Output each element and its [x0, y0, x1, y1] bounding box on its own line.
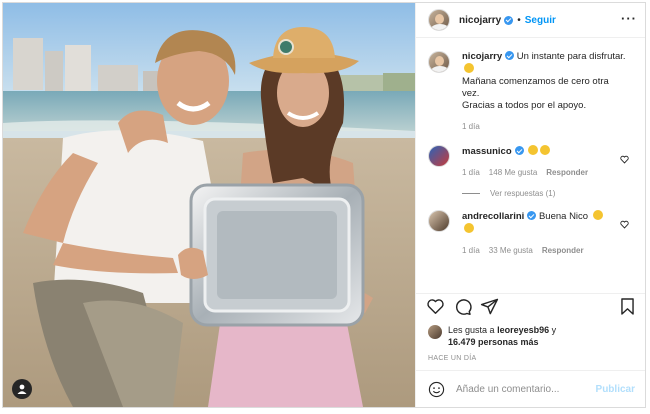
post-side-panel: nicojarry • Seguir ··· nicojarry Un inst… — [415, 3, 645, 407]
view-replies-label: Ver respuestas (1) — [490, 189, 556, 198]
comment-likes-count[interactable]: 148 Me gusta — [489, 167, 537, 179]
emoji-smiley-icon[interactable] — [428, 381, 445, 398]
verified-badge-icon — [527, 211, 537, 220]
separator-dot: • — [517, 14, 521, 26]
comment-username[interactable]: andrecollarini — [462, 211, 524, 222]
caption-username[interactable]: nicojarry — [462, 51, 502, 62]
post-header: nicojarry • Seguir ··· — [416, 3, 645, 38]
caption-text-line: Gracias a todos por el apoyo. — [462, 100, 587, 111]
liker-username[interactable]: leoreyesb96 — [497, 325, 549, 335]
likes-prefix: Les gusta a — [448, 325, 495, 335]
caption-timestamp[interactable]: 1 día — [462, 121, 480, 133]
instagram-post: nicojarry • Seguir ··· nicojarry Un inst… — [2, 2, 646, 408]
comment-input[interactable]: Añade un comentario... — [456, 384, 596, 395]
avatar[interactable] — [428, 210, 450, 232]
likes-others-count[interactable]: 16.479 personas más — [448, 337, 539, 347]
add-comment-bar: Añade un comentario... Publicar — [416, 370, 645, 407]
reply-button[interactable]: Responder — [542, 245, 584, 257]
post-photo[interactable] — [3, 3, 415, 407]
like-comment-heart-icon[interactable] — [620, 155, 629, 164]
photo-illustration — [3, 3, 415, 407]
post-actions-bar — [416, 293, 645, 319]
publish-button[interactable]: Publicar — [596, 384, 635, 395]
user-icon — [17, 384, 27, 394]
post-time-ago[interactable]: HACE UN DÍA — [428, 355, 476, 362]
like-comment-heart-icon[interactable] — [620, 220, 629, 229]
view-replies-link[interactable]: Ver respuestas (1) — [462, 189, 645, 198]
tagged-users-button[interactable] — [12, 379, 32, 399]
comment-item: andrecollarini Buena Nico 1 día 33 Me gu… — [416, 198, 645, 257]
share-send-icon[interactable] — [480, 297, 499, 316]
divider-line — [462, 193, 480, 194]
follow-button[interactable]: Seguir — [525, 15, 556, 26]
caption-text-line: Mañana comenzamos de cero otra — [462, 76, 609, 87]
raised-hands-emoji-icon — [528, 145, 539, 155]
caption-text-line: vez. — [462, 88, 480, 99]
caption-text-line: Un instante para disfrutar. — [516, 51, 626, 62]
comment-text: Buena Nico — [538, 211, 589, 222]
clapping-hands-emoji-icon — [464, 223, 474, 233]
like-heart-icon[interactable] — [426, 297, 445, 316]
avatar[interactable] — [428, 145, 450, 167]
clapping-hands-emoji-icon — [592, 210, 603, 220]
comment-timestamp[interactable]: 1 día — [462, 245, 480, 257]
comment-item: massunico 1 día 148 Me gusta Responder — [416, 133, 645, 179]
verified-badge-icon — [505, 51, 515, 60]
comment-username[interactable]: massunico — [462, 146, 512, 157]
smiling-face-emoji-icon — [464, 63, 474, 73]
bookmark-save-icon[interactable] — [618, 297, 637, 316]
comment-bubble-icon[interactable] — [453, 297, 472, 316]
post-caption: nicojarry Un instante para disfrutar. Ma… — [416, 39, 645, 133]
clapping-hands-emoji-icon — [540, 145, 551, 155]
verified-badge-icon — [514, 146, 524, 155]
avatar[interactable] — [428, 9, 450, 31]
post-author-username[interactable]: nicojarry — [459, 15, 501, 26]
likes-connector: y — [551, 325, 557, 335]
comment-timestamp[interactable]: 1 día — [462, 167, 480, 179]
likes-summary: Les gusta a leoreyesb96 y 16.479 persona… — [428, 324, 638, 348]
comments-list[interactable]: nicojarry Un instante para disfrutar. Ma… — [416, 39, 645, 291]
more-options-icon[interactable]: ··· — [621, 12, 637, 25]
verified-badge-icon — [504, 15, 514, 25]
liker-avatar[interactable] — [428, 325, 442, 339]
avatar[interactable] — [428, 51, 450, 73]
comment-likes-count[interactable]: 33 Me gusta — [489, 245, 533, 257]
reply-button[interactable]: Responder — [546, 167, 588, 179]
